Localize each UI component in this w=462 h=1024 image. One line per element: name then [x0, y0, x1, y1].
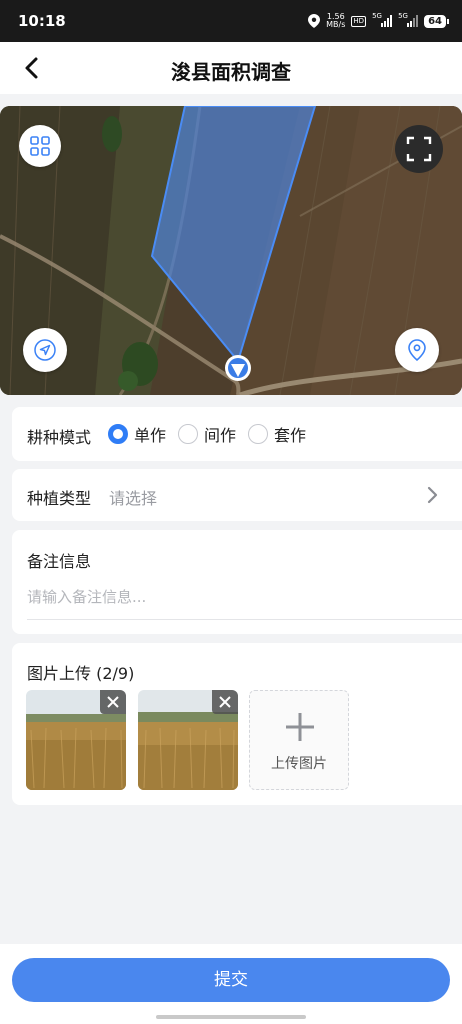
radio-relay-crop[interactable]: 套作 [248, 422, 306, 446]
map-pin-icon [408, 339, 426, 361]
sim1-label: 5G [372, 12, 382, 20]
radio-unselected-icon [178, 424, 199, 444]
cultivation-mode-label: 耕种模式 [27, 428, 92, 447]
location-icon [308, 14, 321, 28]
fullscreen-icon [406, 136, 432, 162]
remarks-label: 备注信息 [27, 552, 92, 571]
crop-type-label: 种植类型 [27, 489, 92, 508]
close-icon [219, 696, 231, 708]
upload-image-button[interactable]: 上传图片 [249, 690, 349, 790]
grid-icon [30, 136, 50, 156]
satellite-map[interactable] [0, 106, 462, 395]
radio-selected-icon [108, 424, 128, 444]
close-icon [107, 696, 119, 708]
delete-image-button[interactable] [212, 690, 238, 714]
radio-label: 单作 [134, 426, 167, 445]
map-imagery [0, 106, 462, 395]
plus-icon [286, 713, 314, 741]
signal-icon-sim2: 5G [398, 12, 419, 27]
net-speed-unit: MB/s [326, 20, 346, 29]
delete-image-button[interactable] [100, 690, 126, 714]
home-indicator[interactable] [156, 1015, 306, 1019]
image-upload-label: 图片上传 (2/9) [27, 664, 135, 683]
radio-unselected-icon [248, 424, 269, 444]
signal-icon-sim1: 5G [372, 12, 393, 27]
net-speed: 1.56 MB/s [326, 13, 345, 29]
radio-single-crop[interactable]: 单作 [108, 422, 166, 446]
navigation-arrow-icon [34, 339, 56, 361]
cultivation-mode-options: 单作 间作 套作 [108, 422, 318, 446]
page-title: 浚县面积调查 [171, 60, 291, 84]
upload-image-label: 上传图片 [271, 756, 327, 772]
header: 浚县面积调查 [0, 42, 462, 94]
hd-badge: HD [351, 15, 367, 27]
uploaded-image[interactable] [138, 690, 238, 790]
radio-label: 套作 [274, 426, 307, 445]
radio-intercrop[interactable]: 间作 [178, 422, 236, 446]
remarks-input[interactable]: 请输入备注信息... [27, 586, 462, 620]
status-icons: 1.56 MB/s HD 5G 5G 64 [308, 12, 449, 29]
cultivation-mode-row: 耕种模式 单作 间作 套作 [12, 407, 462, 461]
image-upload-section: 图片上传 (2/9) 上传图片 [12, 643, 462, 805]
fullscreen-button[interactable] [395, 125, 443, 173]
sim2-label: 5G [398, 12, 408, 20]
marker-button[interactable] [395, 328, 439, 372]
crop-type-select[interactable]: 请选择 [109, 485, 157, 509]
layers-button[interactable] [19, 125, 61, 167]
remarks-placeholder: 请输入备注信息... [27, 588, 147, 606]
radio-label: 间作 [204, 426, 237, 445]
crop-type-row[interactable]: 种植类型 请选择 [12, 469, 462, 521]
uploaded-image[interactable] [26, 690, 126, 790]
battery-icon: 64 [424, 14, 449, 28]
locate-button[interactable] [23, 328, 67, 372]
status-time: 10:18 [18, 12, 66, 30]
chevron-right-icon [427, 486, 438, 504]
submit-button[interactable]: 提交 [12, 958, 450, 1002]
status-bar: 10:18 1.56 MB/s HD 5G 5G 64 [0, 0, 462, 42]
remarks-section: 备注信息 请输入备注信息... [12, 530, 462, 634]
